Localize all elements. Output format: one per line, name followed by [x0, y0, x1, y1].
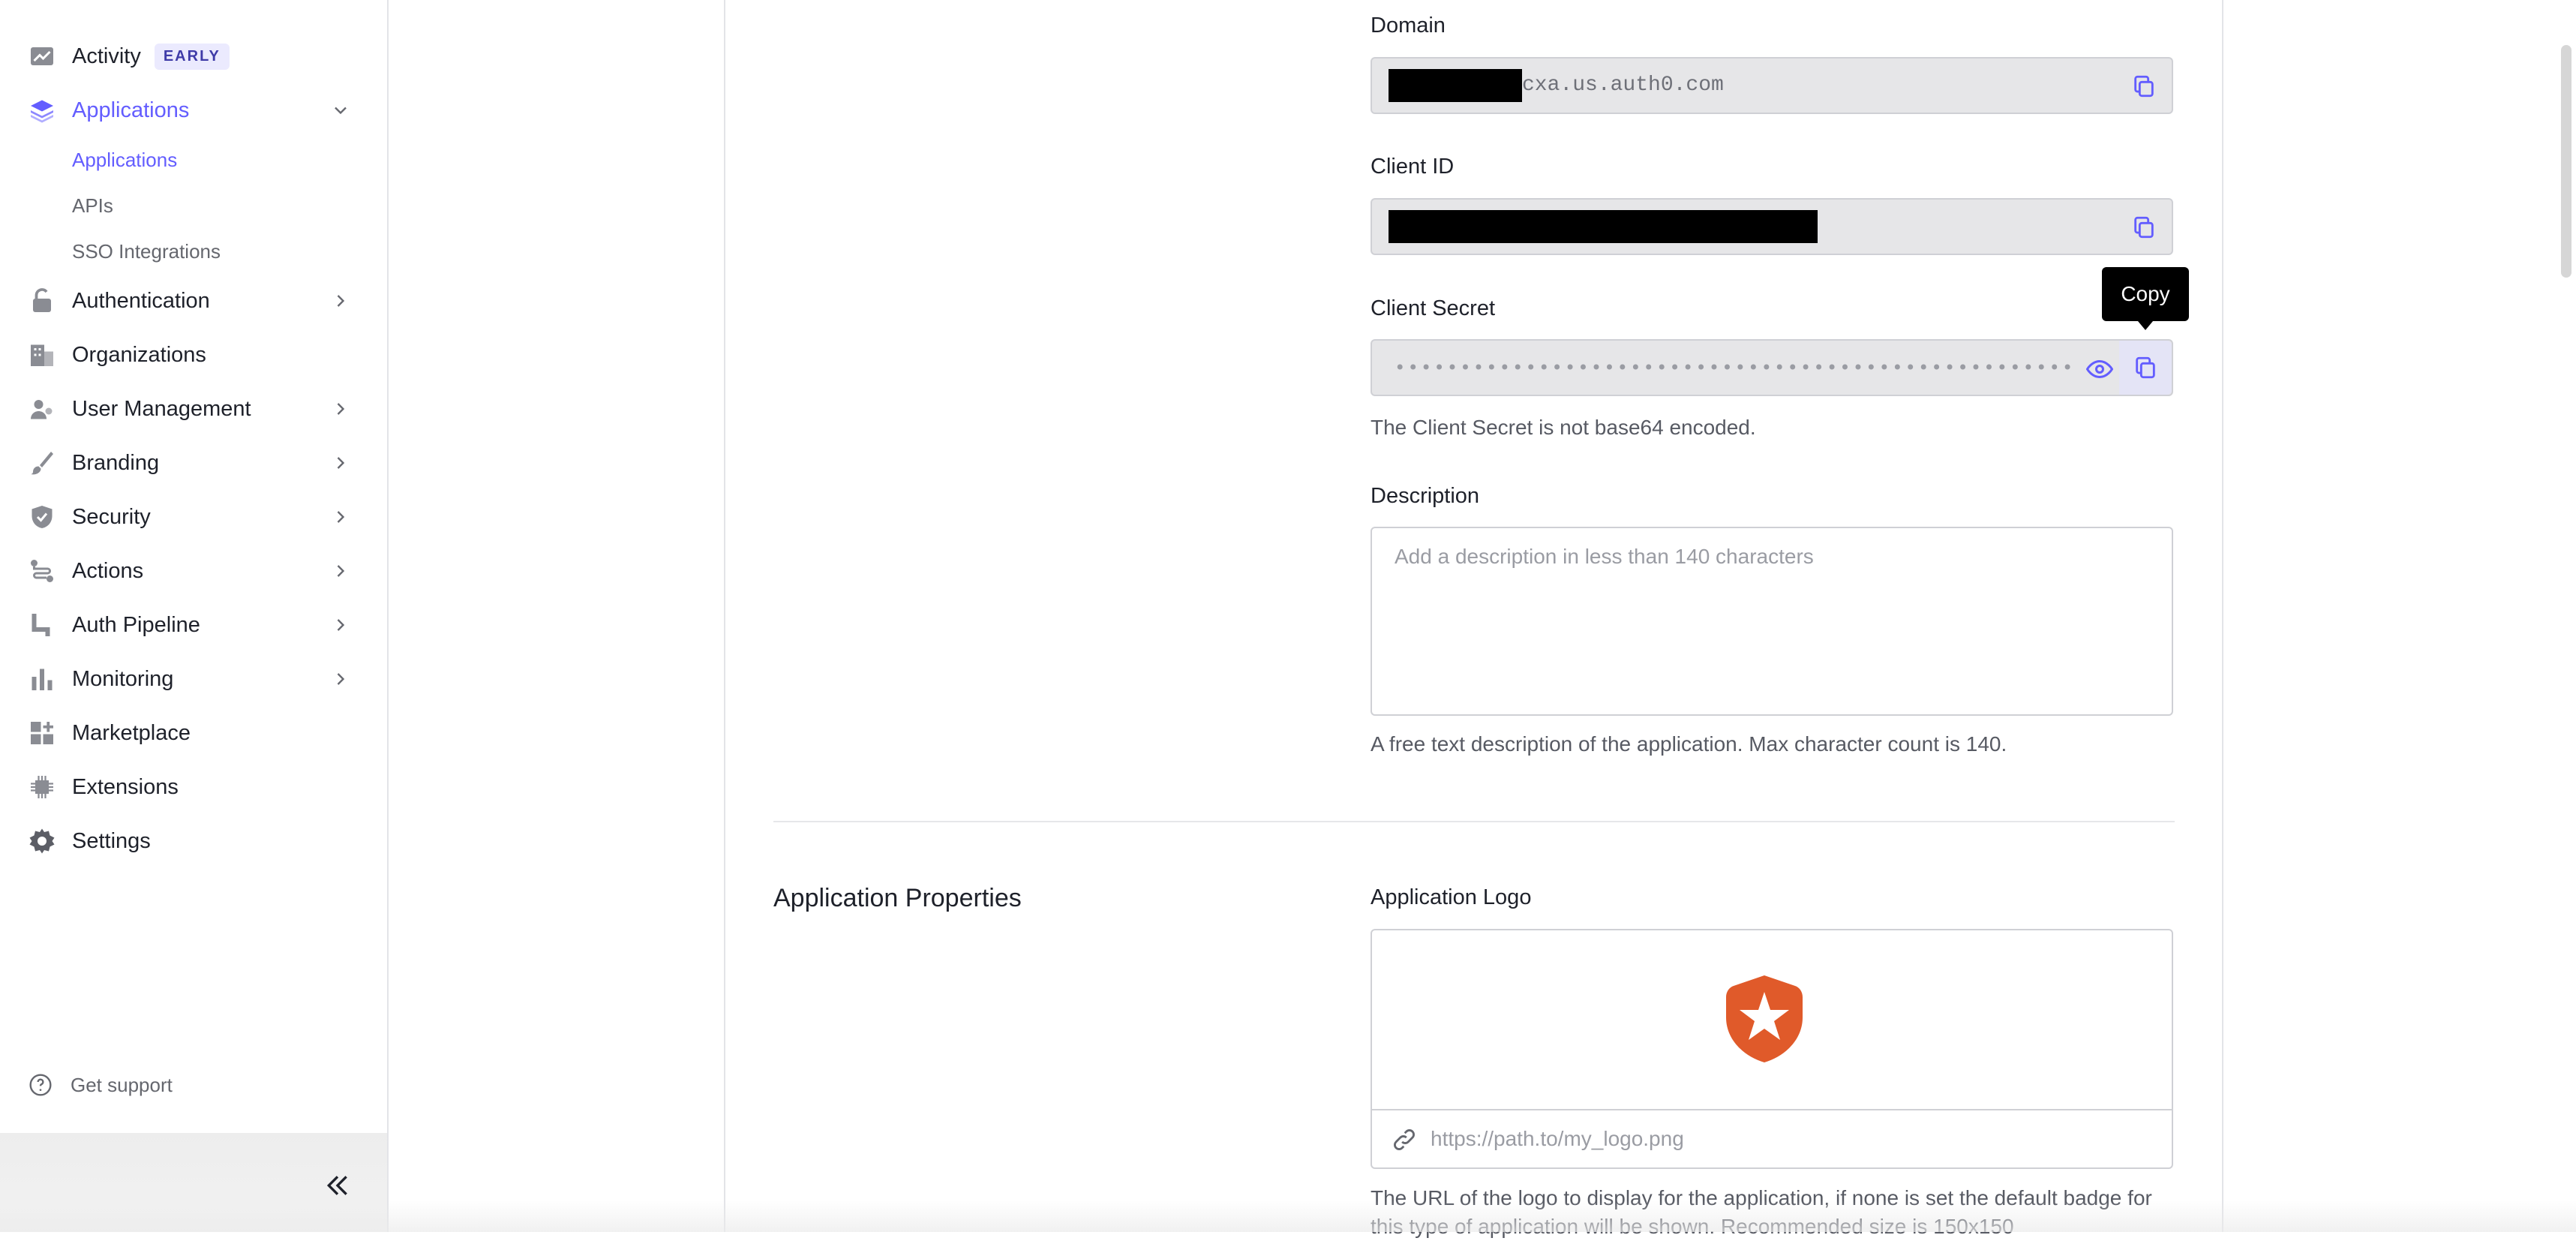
- sidebar-item-label: Extensions: [72, 774, 179, 799]
- application-logo-label: Application Logo: [1371, 885, 1532, 909]
- redacted-block: [1389, 69, 1522, 102]
- sidebar-item-organizations[interactable]: Organizations: [29, 334, 359, 376]
- client-secret-masked: ••••••••••••••••••••••••••••••••••••••••…: [1395, 357, 2076, 378]
- description-textarea[interactable]: Add a description in less than 140 chara…: [1371, 527, 2173, 716]
- domain-value: cxa.us.auth0.com: [1522, 74, 1724, 97]
- link-icon: [1394, 1129, 1415, 1150]
- copy-button-hover[interactable]: [2119, 341, 2172, 395]
- scrollbar[interactable]: [2561, 45, 2571, 278]
- content-border: [724, 0, 725, 1232]
- users-icon: [29, 395, 56, 422]
- section-title: Application Properties: [773, 884, 1022, 912]
- sidebar-item-activity[interactable]: Activity EARLY: [29, 35, 359, 77]
- copy-icon[interactable]: [2131, 215, 2157, 240]
- gear-icon: [29, 828, 56, 855]
- redacted-block: [1389, 210, 1818, 243]
- content-border: [2222, 0, 2223, 1232]
- description-label: Description: [1371, 484, 1480, 508]
- sidebar-item-label: Actions: [72, 558, 144, 583]
- copy-tooltip: Copy: [2102, 267, 2189, 330]
- client-secret-field[interactable]: ••••••••••••••••••••••••••••••••••••••••…: [1371, 339, 2173, 396]
- sidebar-item-marketplace[interactable]: Marketplace: [29, 712, 359, 754]
- early-badge: EARLY: [154, 43, 230, 70]
- sidebar-item-label: Auth Pipeline: [72, 612, 200, 637]
- lock-icon: [29, 287, 56, 314]
- chip-icon: [29, 774, 56, 801]
- chevron-right-icon[interactable]: [330, 614, 351, 636]
- get-support-label: Get support: [71, 1073, 173, 1096]
- layers-icon: [29, 97, 56, 124]
- client-id-field[interactable]: [1371, 198, 2173, 255]
- sidebar-item-label: Settings: [72, 828, 151, 853]
- sidebar-item-settings[interactable]: Settings: [29, 820, 359, 862]
- sidebar-subitem-sso-integrations[interactable]: SSO Integrations: [72, 236, 221, 266]
- sidebar-item-user-management[interactable]: User Management: [29, 388, 359, 430]
- sidebar-item-monitoring[interactable]: Monitoring: [29, 658, 359, 700]
- chevron-down-icon[interactable]: [330, 100, 351, 121]
- copy-icon[interactable]: [2131, 74, 2157, 99]
- description-placeholder: Add a description in less than 140 chara…: [1395, 545, 1814, 568]
- shield-icon: [29, 503, 56, 530]
- section-divider: [773, 821, 2175, 822]
- domain-field[interactable]: cxa.us.auth0.com: [1371, 57, 2173, 114]
- sidebar-item-label: Applications: [72, 98, 190, 122]
- grid-plus-icon: [29, 720, 56, 747]
- chevron-right-icon[interactable]: [330, 506, 351, 527]
- application-logo-box: https://path.to/my_logo.png: [1371, 929, 2173, 1169]
- building-icon: [29, 341, 56, 368]
- help-circle-icon: [29, 1074, 52, 1096]
- sidebar-item-label: Monitoring: [72, 666, 174, 691]
- auth0-logo-icon: [1726, 975, 1803, 1062]
- chevron-right-icon[interactable]: [330, 398, 351, 419]
- sidebar-item-security[interactable]: Security: [29, 496, 359, 538]
- sidebar-item-label: Security: [72, 504, 151, 529]
- domain-label: Domain: [1371, 14, 1446, 38]
- sidebar-item-label: Organizations: [72, 342, 206, 367]
- bar-chart-icon: [29, 666, 56, 693]
- chevron-right-icon[interactable]: [330, 452, 351, 473]
- logo-separator: [1372, 1109, 2172, 1110]
- sidebar-item-label: User Management: [72, 396, 251, 421]
- sidebar-item-authentication[interactable]: Authentication: [29, 280, 359, 322]
- activity-chart-icon: [29, 43, 56, 70]
- sidebar-subitem-applications[interactable]: Applications: [72, 145, 177, 175]
- flow-icon: [29, 557, 56, 584]
- eye-icon[interactable]: [2086, 356, 2113, 383]
- sidebar-item-branding[interactable]: Branding: [29, 442, 359, 484]
- sidebar-item-label: Branding: [72, 450, 160, 475]
- brush-icon: [29, 449, 56, 476]
- client-id-label: Client ID: [1371, 155, 1455, 179]
- sidebar-item-actions[interactable]: Actions: [29, 550, 359, 592]
- sidebar-item-label: Authentication: [72, 288, 210, 313]
- get-support-link[interactable]: Get support: [29, 1070, 173, 1100]
- sidebar-item-label: Marketplace: [72, 720, 191, 745]
- description-help: A free text description of the applicati…: [1371, 732, 2007, 756]
- sidebar-subitem-apis[interactable]: APIs: [72, 191, 113, 221]
- client-secret-label: Client Secret: [1371, 296, 1496, 320]
- logo-url-input[interactable]: https://path.to/my_logo.png: [1431, 1118, 1684, 1160]
- chevron-right-icon[interactable]: [330, 290, 351, 311]
- chevron-right-icon[interactable]: [330, 560, 351, 581]
- pipeline-icon: [29, 611, 56, 639]
- client-secret-help: The Client Secret is not base64 encoded.: [1371, 416, 1756, 439]
- sidebar-item-auth-pipeline[interactable]: Auth Pipeline: [29, 604, 359, 646]
- sidebar: Activity EARLY Applications Applications…: [0, 0, 389, 1232]
- logo-help: The URL of the logo to display for the a…: [1371, 1186, 2152, 1238]
- sidebar-item-label: Activity: [72, 44, 141, 68]
- copy-icon[interactable]: [2133, 355, 2158, 380]
- sidebar-item-applications[interactable]: Applications: [29, 89, 359, 131]
- chevron-right-icon[interactable]: [330, 669, 351, 690]
- collapse-sidebar-icon[interactable]: [323, 1170, 353, 1200]
- sidebar-item-extensions[interactable]: Extensions: [29, 766, 359, 808]
